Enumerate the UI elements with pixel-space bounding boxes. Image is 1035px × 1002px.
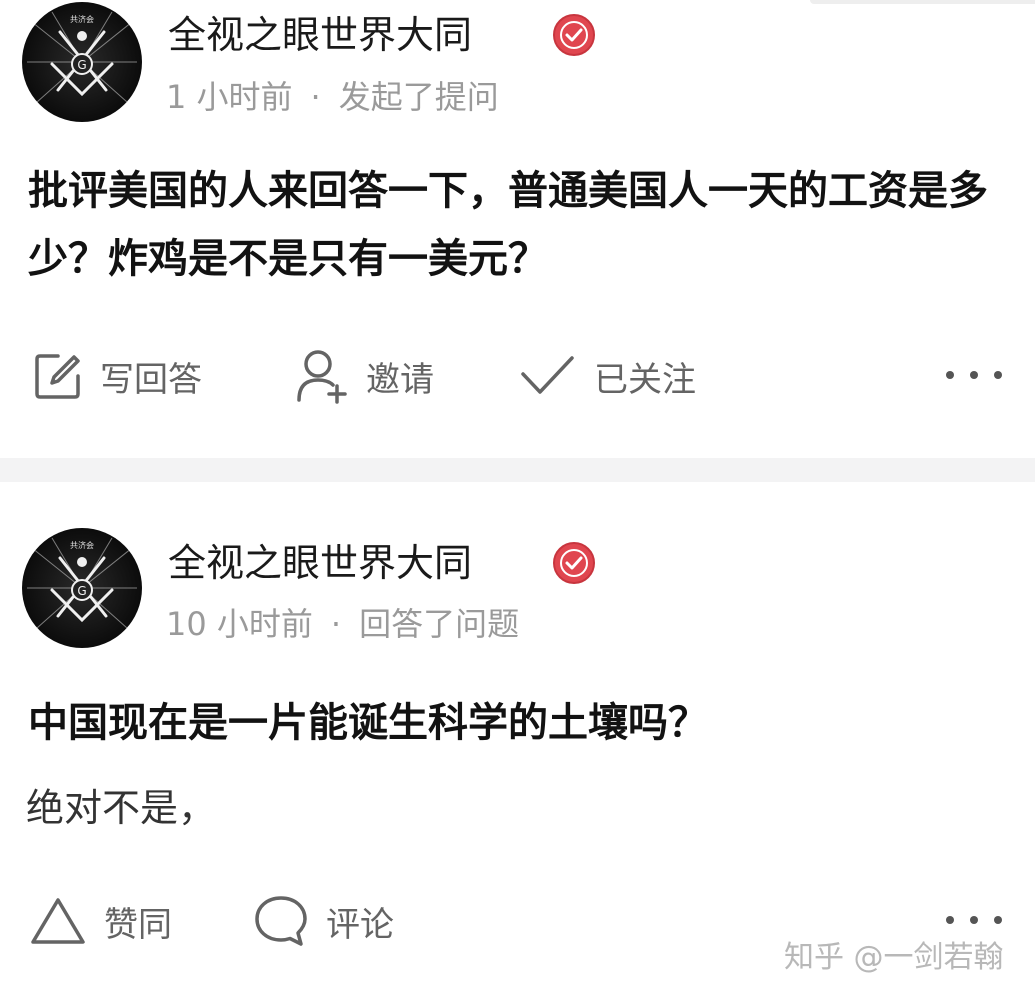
invite-label: 邀请 — [366, 359, 434, 400]
post-activity: 回答了问题 — [359, 605, 520, 643]
verified-badge-icon — [553, 14, 595, 56]
post-meta: 1 小时前 · 发起了提问 — [166, 77, 499, 117]
masonic-emblem-icon: G 共济会 — [27, 11, 137, 103]
comment-bubble-icon — [255, 896, 307, 946]
more-dot-icon — [994, 371, 1002, 379]
comment-label: 评论 — [326, 904, 394, 945]
post-activity: 发起了提问 — [338, 78, 499, 116]
check-icon — [521, 356, 574, 394]
write-answer-button[interactable]: 写回答 — [34, 348, 202, 404]
upvote-triangle-icon — [31, 898, 85, 944]
feed-card-question[interactable]: G 共济会 全视之眼世界大同 1 小时前 · 发起了提问 批评美国的人来回答一下，普… — [0, 0, 1035, 458]
feed-card-answer[interactable]: G 共济会 全视之眼世界大同 10 小时前 · 回答了问题 中国现在是一片能诞生科学… — [0, 482, 1035, 1002]
edit-icon — [35, 354, 80, 399]
following-button[interactable]: 已关注 — [520, 348, 696, 404]
svg-text:共济会: 共济会 — [70, 540, 94, 550]
card-separator — [0, 458, 1035, 482]
svg-text:G: G — [77, 58, 86, 72]
more-dot-icon — [946, 916, 954, 924]
author-name[interactable]: 全视之眼世界大同 — [168, 12, 472, 58]
meta-separator: · — [330, 605, 342, 643]
more-dot-icon — [970, 916, 978, 924]
avatar[interactable]: G 共济会 — [22, 528, 142, 648]
masonic-emblem-icon: G 共济会 — [27, 537, 137, 629]
upvote-button[interactable]: 赞同 — [30, 893, 172, 949]
post-meta: 10 小时前 · 回答了问题 — [166, 604, 519, 644]
question-title[interactable]: 批评美国的人来回答一下，普通美国人一天的工资是多少？炸鸡是不是只有一美元？ — [28, 157, 1008, 293]
invite-button[interactable]: 邀请 — [296, 348, 434, 404]
comment-button[interactable]: 评论 — [254, 893, 394, 949]
avatar[interactable]: G 共济会 — [22, 2, 142, 122]
question-title[interactable]: 中国现在是一片能诞生科学的土壤吗？ — [28, 689, 1008, 757]
meta-separator: · — [310, 78, 321, 116]
verified-badge-icon — [553, 542, 595, 584]
post-time: 10 小时前 — [166, 605, 313, 643]
answer-excerpt[interactable]: 绝对不是， — [26, 785, 216, 831]
svg-text:共济会: 共济会 — [70, 14, 94, 24]
author-name[interactable]: 全视之眼世界大同 — [168, 540, 472, 586]
upvote-label: 赞同 — [104, 904, 172, 945]
invite-user-icon — [297, 350, 347, 404]
svg-text:G: G — [77, 584, 86, 598]
more-options-button[interactable] — [946, 365, 1002, 385]
more-options-button[interactable] — [946, 910, 1002, 930]
post-time: 1 小时前 — [166, 78, 293, 116]
following-label: 已关注 — [594, 359, 696, 400]
write-answer-label: 写回答 — [100, 359, 202, 400]
more-dot-icon — [946, 371, 954, 379]
more-dot-icon — [970, 371, 978, 379]
watermark: 知乎 @一剑若翰 — [784, 940, 1004, 975]
more-dot-icon — [994, 916, 1002, 924]
